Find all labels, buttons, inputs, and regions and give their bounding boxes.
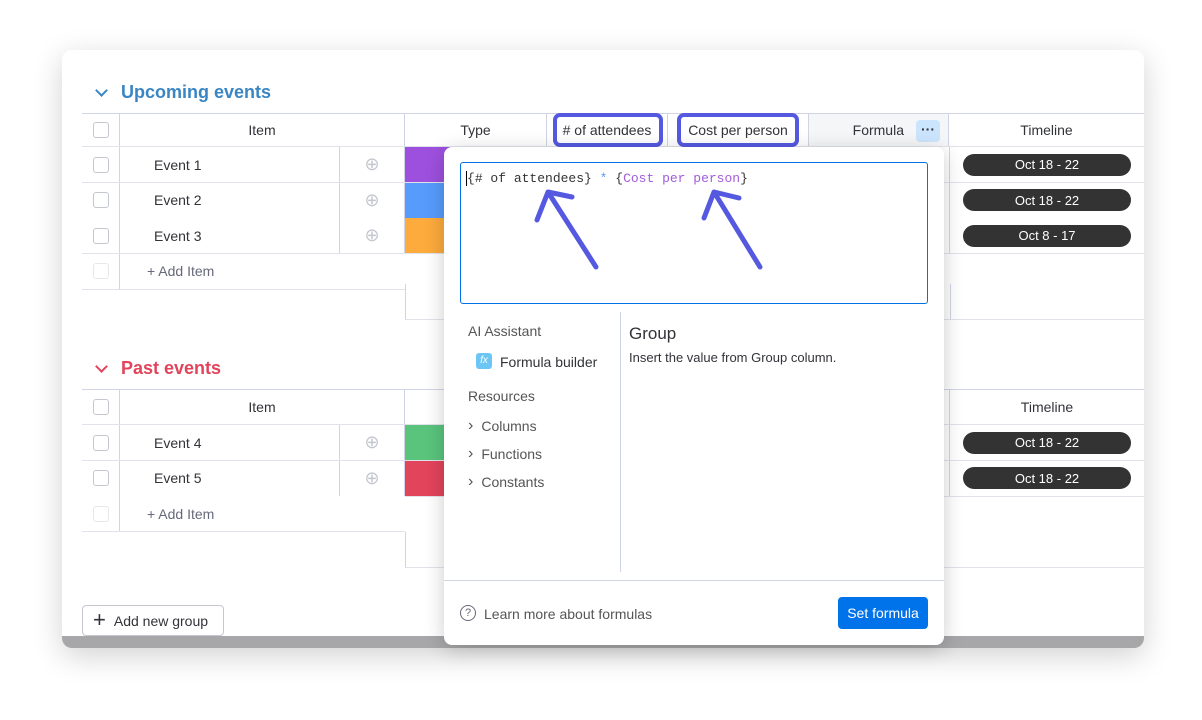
arrow-icon [701, 189, 763, 270]
arrow-icon [534, 189, 599, 270]
annotation-arrows [534, 189, 763, 270]
